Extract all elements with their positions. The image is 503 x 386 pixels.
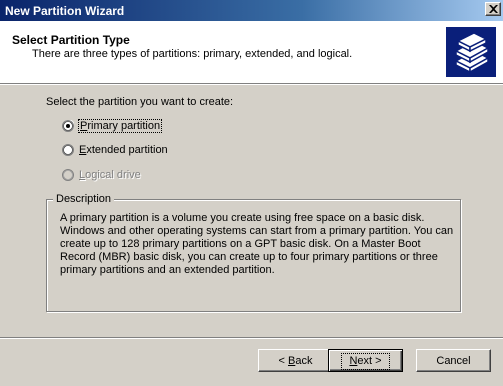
description-legend: Description [53,193,115,205]
footer-divider [0,337,503,339]
cancel-button[interactable]: Cancel [416,349,491,372]
wizard-header: Select Partition Type There are three ty… [0,21,503,85]
back-button[interactable]: < Back [258,349,333,372]
window-title: New Partition Wizard [5,4,125,18]
description-text: A primary partition is a volume you crea… [60,212,454,276]
page-subtitle: There are three types of partitions: pri… [32,48,353,60]
page-title: Select Partition Type [12,33,130,47]
partition-prompt: Select the partition you want to create: [46,96,234,108]
title-bar[interactable]: New Partition Wizard [0,0,503,21]
next-button[interactable]: Next > [328,349,403,372]
close-button[interactable] [485,2,501,16]
radio-button-disabled [62,169,74,181]
partition-wizard-icon [446,27,496,77]
radio-button-selected[interactable] [62,120,74,132]
radio-button-unselected[interactable] [62,144,74,156]
radio-label-logical: Logical drive [79,169,141,181]
close-icon [489,5,498,13]
radio-label-extended[interactable]: Extended partition [79,144,168,156]
radio-label-primary[interactable]: Primary partition [77,119,163,133]
